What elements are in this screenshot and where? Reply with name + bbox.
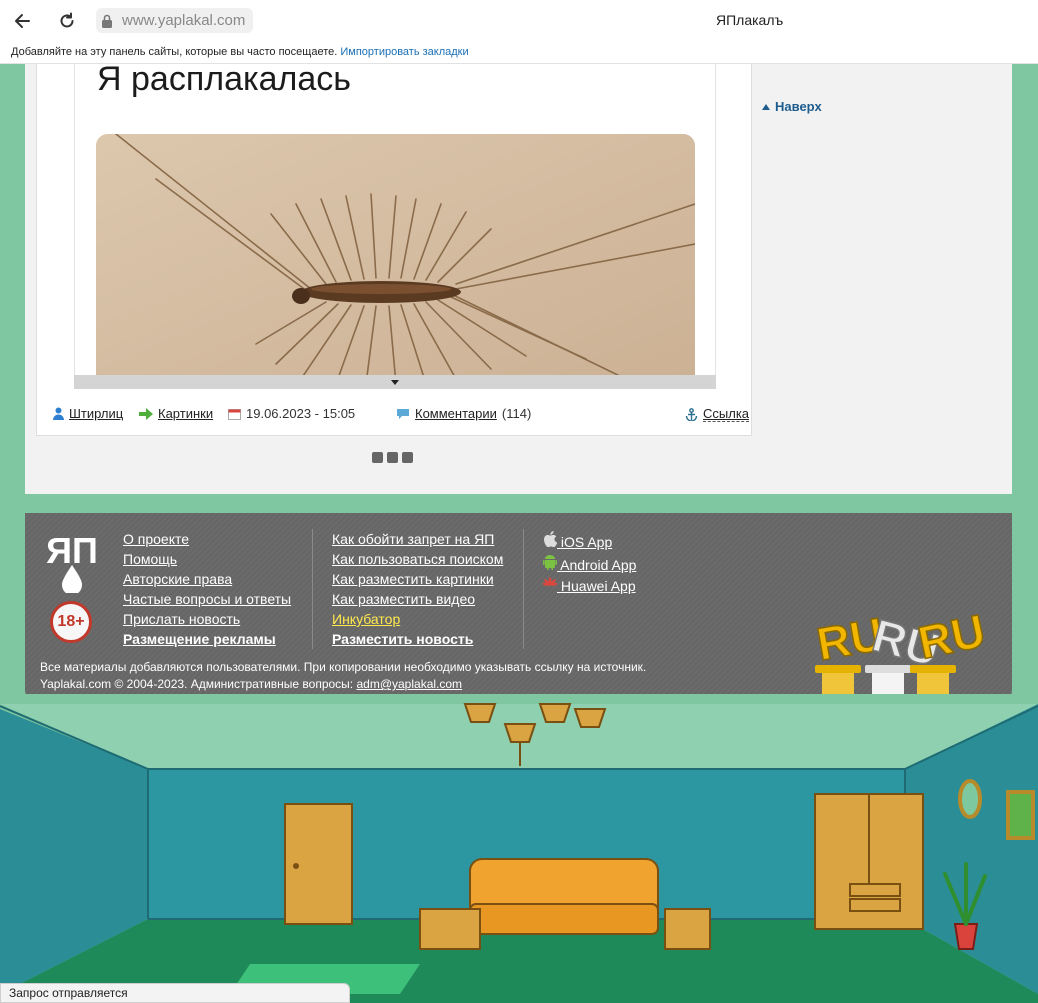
footer-col-apps: iOS App Android App Huawei App [542, 531, 636, 594]
post-meta: Штирлиц Картинки 19.06.2023 - 15:05 Комм… [53, 406, 753, 424]
ruru-award-icon: RU RU RU [812, 603, 990, 704]
site-footer: ЯП 18+ О проекте Помощь Авторские права … [25, 513, 1012, 704]
yap-logo-icon: ЯП [46, 530, 98, 595]
footer-link-send-news[interactable]: Прислать новость [123, 611, 291, 627]
footer-copyright: Все материалы добавляются пользователями… [40, 659, 646, 693]
huawei-app-link[interactable]: Huawei App [542, 577, 636, 594]
footer-divider [523, 529, 524, 649]
address-bar[interactable]: www.yaplakal.com [96, 8, 254, 33]
footer-link-advertising[interactable]: Размещение рекламы [123, 631, 291, 647]
post-card: Я расплакалась Штирлиц Картинки 19.06.20… [36, 64, 752, 436]
back-to-top-label: Наверх [775, 99, 822, 114]
huawei-icon [542, 577, 558, 586]
lock-icon [96, 8, 118, 33]
bookmarks-bar: Добавляйте на эту панель сайты, которые … [0, 42, 1038, 64]
android-app-link[interactable]: Android App [543, 554, 636, 573]
arrow-up-icon [762, 103, 770, 110]
ios-app-link[interactable]: iOS App [543, 531, 636, 550]
footer-link-post-images[interactable]: Как разместить картинки [332, 571, 503, 587]
footer-disclaimer: Все материалы добавляются пользователями… [40, 660, 647, 674]
bookmarks-hint: Добавляйте на эту панель сайты, которые … [11, 46, 338, 58]
back-button[interactable] [10, 8, 36, 34]
anchor-icon [685, 407, 698, 421]
user-icon [53, 407, 64, 420]
age-rating-badge: 18+ [50, 601, 92, 643]
footer-link-faq[interactable]: Частые вопросы и ответы [123, 591, 291, 607]
footer-link-copyright[interactable]: Авторские права [123, 571, 291, 587]
calendar-icon [228, 408, 241, 420]
comment-icon [397, 408, 409, 419]
permalink-link[interactable]: Ссылка [703, 406, 750, 422]
footer-link-search-help[interactable]: Как пользоваться поиском [332, 551, 503, 567]
apple-icon [544, 531, 558, 548]
loading-indicator [372, 452, 413, 463]
ios-app-label: iOS App [560, 534, 613, 550]
footer-col-howto: Как обойти запрет на ЯП Как пользоваться… [332, 531, 503, 647]
category-link[interactable]: Картинки [158, 406, 213, 421]
post-image-caption: Я расплакалась [97, 64, 351, 98]
reload-icon [60, 12, 74, 28]
footer-link-bypass-block[interactable]: Как обойти запрет на ЯП [332, 531, 503, 547]
page-title: ЯПлакалъ [716, 12, 784, 28]
centipede-image[interactable] [96, 134, 695, 376]
post-image-frame: Я расплакалась [74, 64, 716, 376]
back-to-top-link[interactable]: Наверх [762, 99, 822, 114]
page-content: Я расплакалась Штирлиц Картинки 19.06.20… [25, 64, 1012, 494]
footer-link-incubator[interactable]: Инкубатор [332, 611, 503, 627]
post-datetime: 19.06.2023 - 15:05 [246, 406, 356, 421]
android-app-label: Android App [560, 557, 637, 573]
svg-text:RU: RU [914, 604, 990, 669]
background-room-illustration [0, 694, 1038, 1003]
admin-email-link[interactable]: adm@yaplakal.com [356, 677, 462, 691]
author-link[interactable]: Штирлиц [69, 406, 123, 421]
browser-toolbar: www.yaplakal.com ЯПлакалъ [0, 0, 1038, 42]
footer-admin-text: Yaplakal.com © 2004-2023. Административн… [40, 677, 354, 691]
arrow-right-icon [139, 407, 153, 420]
footer-link-help[interactable]: Помощь [123, 551, 291, 567]
url-text[interactable]: www.yaplakal.com [118, 8, 254, 33]
android-icon [543, 555, 557, 570]
huawei-app-label: Huawei App [560, 578, 636, 594]
back-arrow-icon [15, 14, 30, 28]
footer-col-about: О проекте Помощь Авторские права Частые … [123, 531, 291, 647]
reload-button[interactable] [54, 8, 80, 34]
svg-text:ЯП: ЯП [46, 530, 98, 571]
status-bar: Запрос отправляется [0, 983, 350, 1003]
chevron-down-icon [391, 379, 399, 385]
site-logo[interactable]: ЯП [40, 529, 104, 598]
ruru-award-logo[interactable]: RU RU RU [810, 595, 990, 704]
expand-post-button[interactable] [74, 375, 716, 389]
comments-link[interactable]: Комментарии [415, 406, 497, 421]
footer-link-post-video[interactable]: Как разместить видео [332, 591, 503, 607]
comments-count: (114) [501, 406, 532, 421]
import-bookmarks-link[interactable]: Импортировать закладки [340, 46, 468, 58]
footer-link-about[interactable]: О проекте [123, 531, 291, 547]
footer-link-post-news[interactable]: Разместить новость [332, 631, 503, 647]
footer-divider [312, 529, 313, 649]
